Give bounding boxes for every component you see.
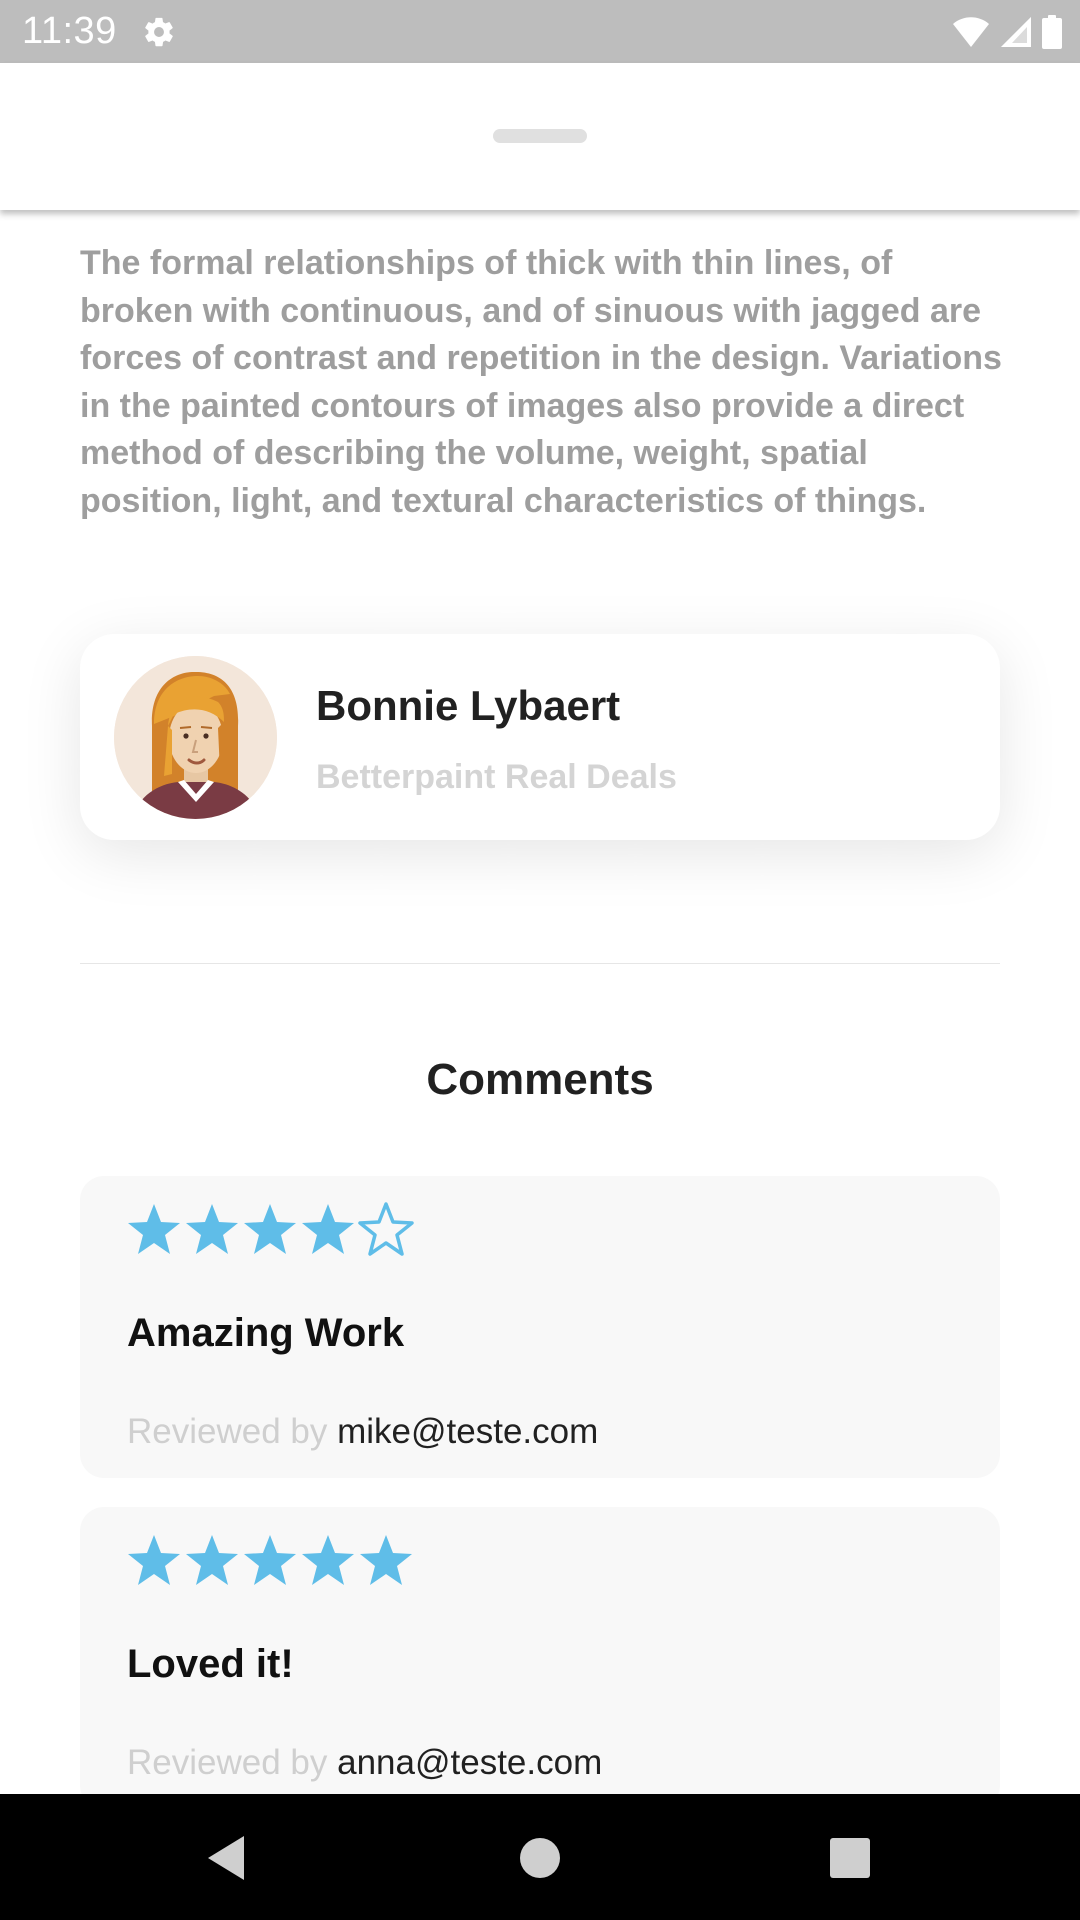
comments-title: Comments xyxy=(426,1055,654,1104)
battery-icon xyxy=(1042,15,1062,49)
star-filled-icon xyxy=(186,1535,238,1585)
comment-title: Amazing Work xyxy=(127,1311,405,1355)
description-text: The formal relationships of thick with t… xyxy=(80,244,1002,520)
reviewed-by: Reviewed by anna@teste.com xyxy=(127,1743,602,1783)
sheet-content[interactable]: The formal relationships of thick with t… xyxy=(0,210,1080,1794)
wifi-icon xyxy=(953,17,989,47)
recents-icon[interactable] xyxy=(818,1826,882,1890)
reviewed-by: Reviewed by mike@teste.com xyxy=(127,1412,598,1452)
profile-card[interactable]: Bonnie Lybaert Betterpaint Real Deals xyxy=(80,634,1000,840)
comment-card[interactable]: Amazing Work Reviewed by mike@teste.com xyxy=(80,1176,1000,1478)
comment-card[interactable]: Loved it! Reviewed by anna@teste.com xyxy=(80,1507,1000,1794)
navigation-bar xyxy=(0,1794,1080,1920)
divider xyxy=(80,963,1000,964)
signal-icon xyxy=(1001,17,1031,47)
sheet-header[interactable] xyxy=(0,63,1080,210)
reviewed-by-label: Reviewed by xyxy=(127,1743,328,1782)
star-filled-icon xyxy=(186,1204,238,1254)
status-time: 11:39 xyxy=(22,10,117,52)
star-filled-icon xyxy=(128,1535,180,1585)
star-filled-icon xyxy=(360,1535,412,1585)
home-icon[interactable] xyxy=(508,1826,572,1890)
reviewed-by-label: Reviewed by xyxy=(127,1412,328,1451)
comment-title: Loved it! xyxy=(127,1642,294,1686)
drag-handle[interactable] xyxy=(493,129,587,143)
profile-company: Betterpaint Real Deals xyxy=(316,758,677,796)
status-icons xyxy=(952,14,1062,50)
star-filled-icon xyxy=(302,1535,354,1585)
star-rating xyxy=(126,1200,414,1258)
settings-icon xyxy=(145,17,173,47)
star-rating xyxy=(126,1531,414,1589)
reviewer-email: anna@teste.com xyxy=(337,1743,603,1782)
star-empty-icon xyxy=(358,1202,414,1256)
star-filled-icon xyxy=(128,1204,180,1254)
star-filled-icon xyxy=(244,1535,296,1585)
app-screen: 11:39 The formal relationships of thick … xyxy=(0,0,1080,1920)
status-bar: 11:39 xyxy=(0,0,1080,63)
back-icon[interactable] xyxy=(194,1826,258,1890)
profile-name: Bonnie Lybaert xyxy=(316,682,621,729)
star-filled-icon xyxy=(302,1204,354,1254)
female-avatar-icon xyxy=(114,656,277,819)
reviewer-email: mike@teste.com xyxy=(337,1412,599,1451)
star-filled-icon xyxy=(244,1204,296,1254)
